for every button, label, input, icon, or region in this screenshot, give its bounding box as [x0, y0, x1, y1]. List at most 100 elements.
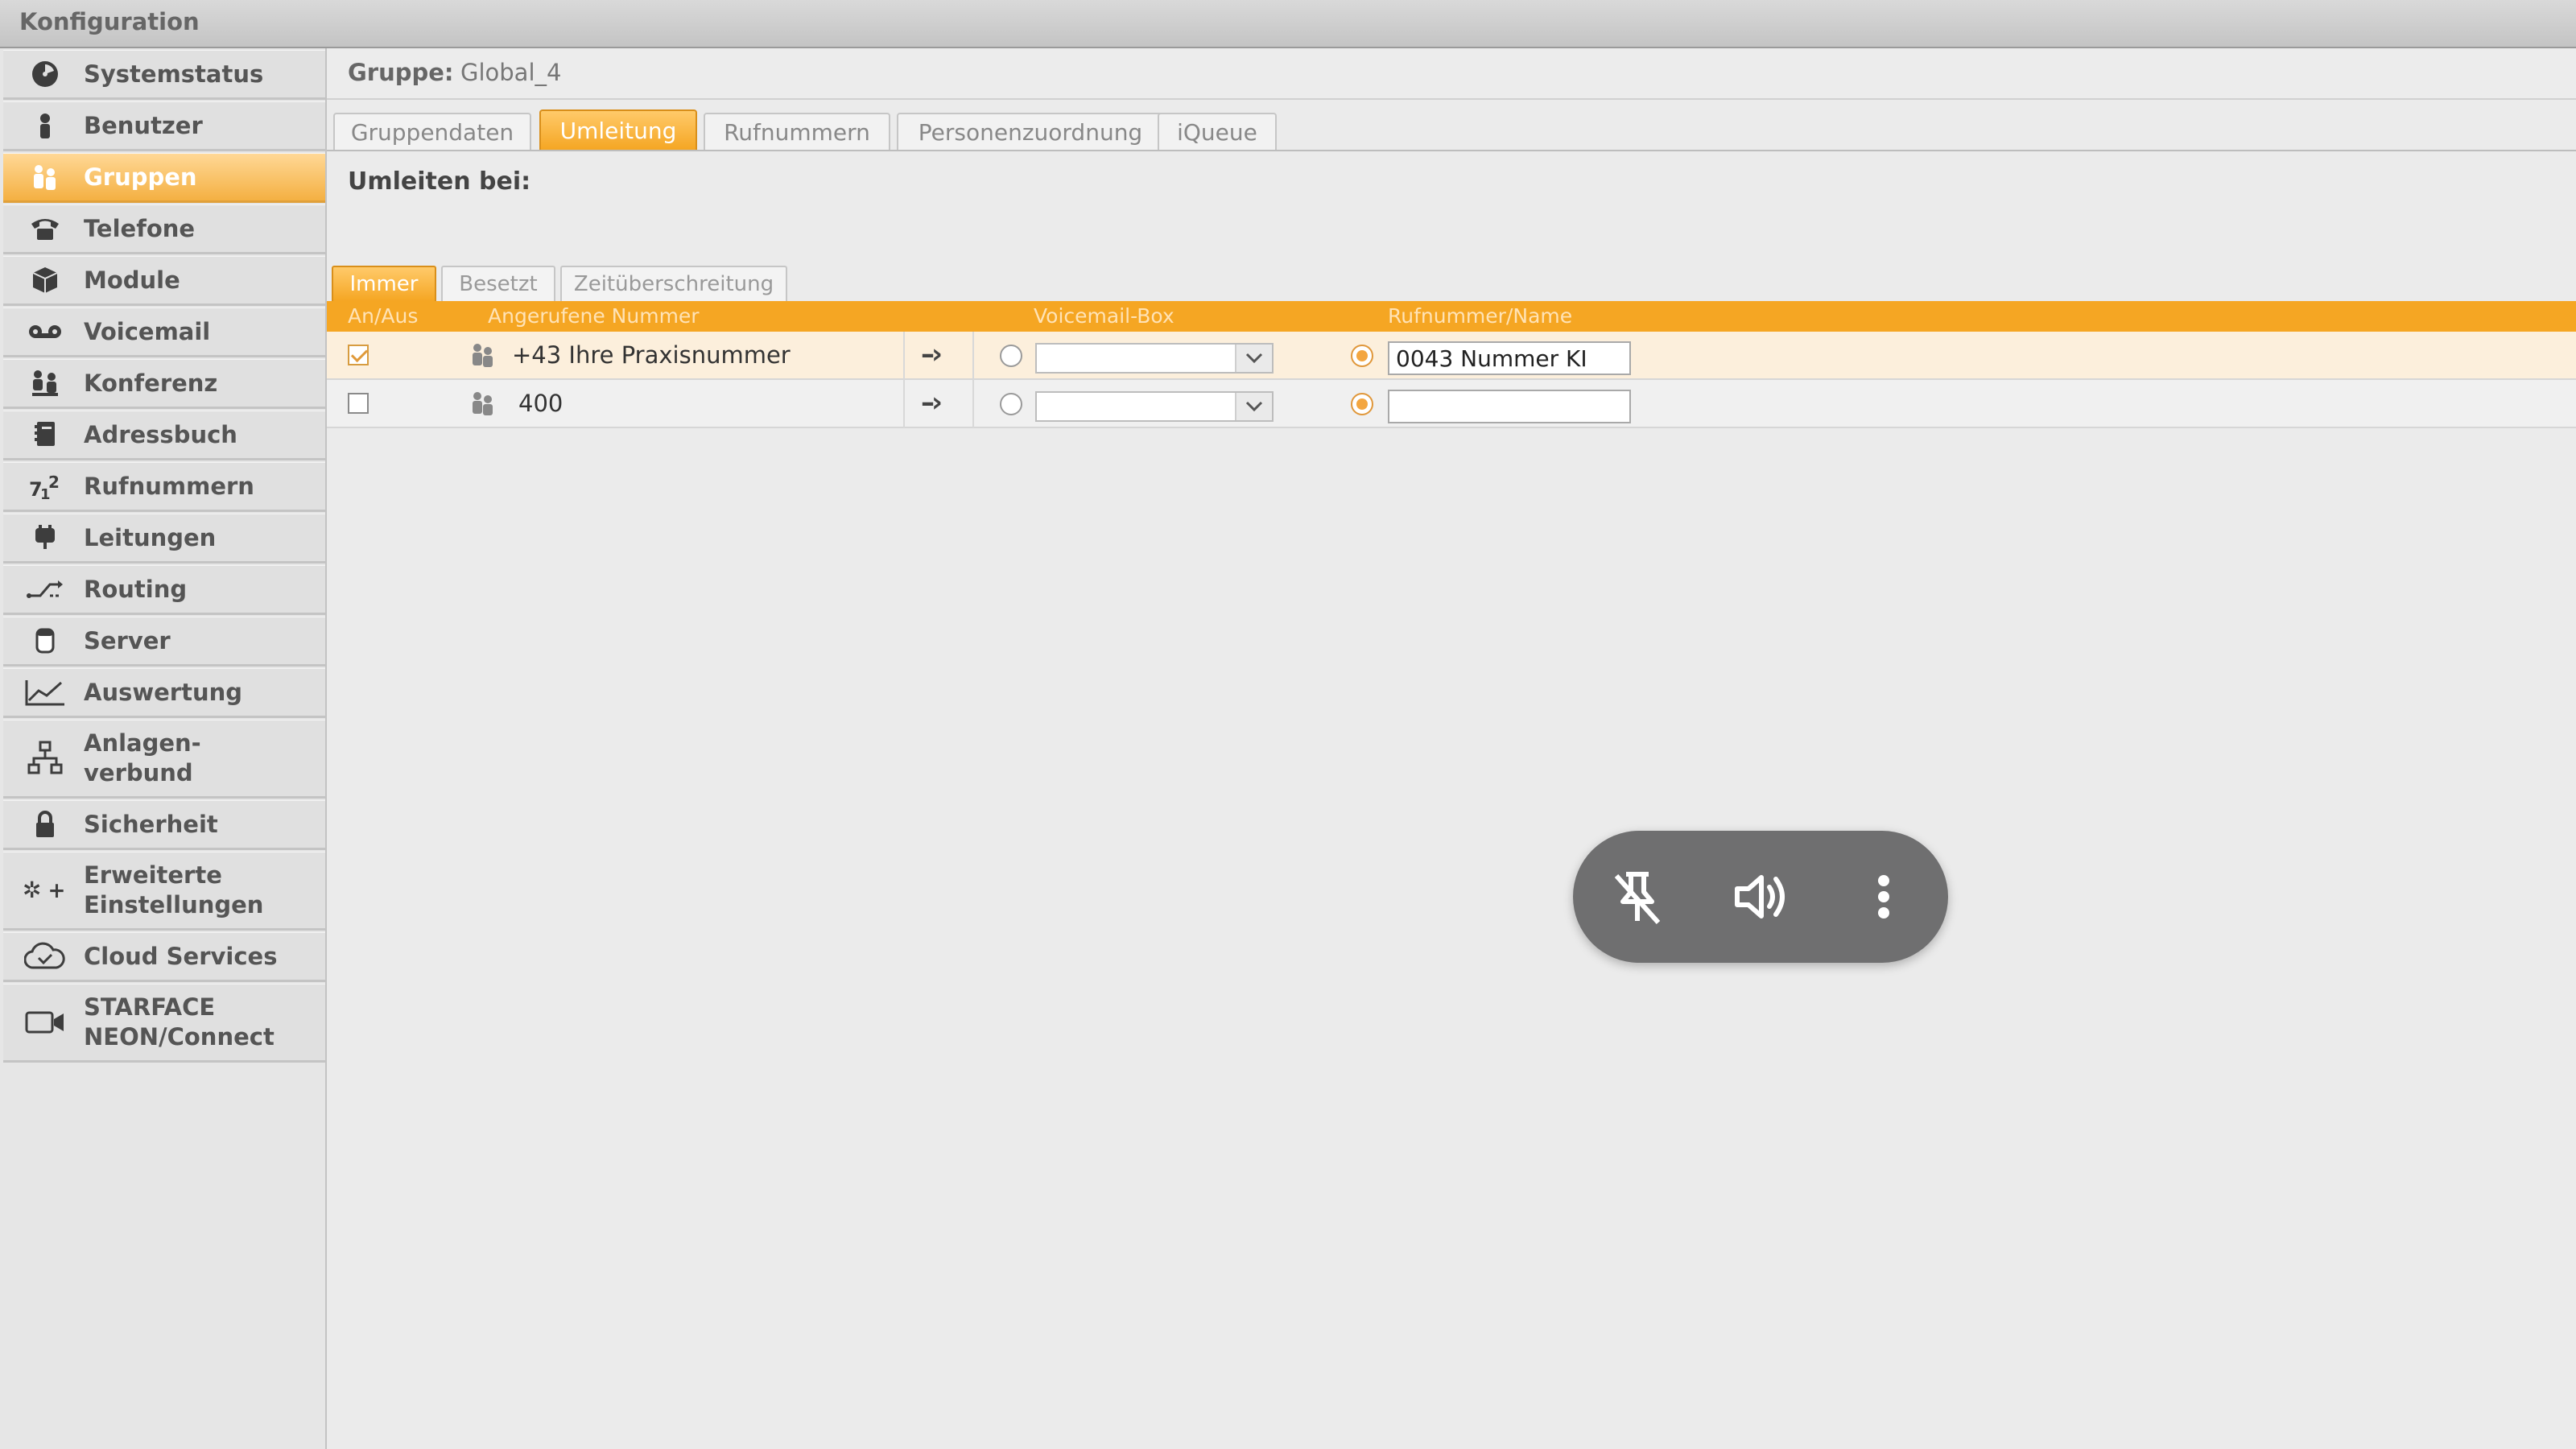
svg-text:2: 2 [48, 473, 60, 492]
subtab-immer[interactable]: Immer [332, 266, 436, 301]
svg-text:✲: ✲ [23, 877, 41, 903]
unpin-icon[interactable] [1605, 865, 1670, 929]
sidebar-item-label: Routing [84, 575, 188, 603]
sidebar-item-anlagenverbund[interactable]: Anlagen- verbund [3, 720, 325, 799]
enable-checkbox[interactable] [348, 393, 369, 414]
media-control-overlay [1573, 831, 1948, 963]
sidebar-item-label: Adressbuch [84, 420, 237, 448]
address-book-icon [23, 417, 68, 452]
tab-bar: Gruppendaten Umleitung Rufnummern Person… [327, 109, 2576, 203]
svg-text:+: + [48, 879, 66, 903]
sidebar-item-label: Voicemail [84, 317, 211, 345]
sidebar-item-label: Sicherheit [84, 810, 218, 838]
sidebar-item-starface-neon-connect[interactable]: STARFACE NEON/Connect [3, 984, 325, 1063]
chevron-down-icon[interactable] [1235, 393, 1272, 420]
called-number: +43 Ihre Praxisnummer [512, 341, 791, 369]
sidebar-item-label: Anlagen- verbund [84, 729, 201, 786]
target-number-radio[interactable] [1351, 345, 1373, 367]
column-divider [903, 380, 905, 428]
sidebar-item-adressbuch[interactable]: Adressbuch [3, 411, 325, 460]
sidebar-item-erweiterte-einstellungen[interactable]: ✲ + Erweiterte Einstellungen [3, 852, 325, 931]
numbers-icon: 712 [23, 469, 68, 504]
chart-icon [23, 675, 68, 710]
sidebar: Systemstatus Benutzer Gruppen Telefone M… [0, 48, 327, 1449]
column-header-rufnummer-name: Rufnummer/Name [1388, 304, 1573, 328]
cloud-check-icon [23, 939, 68, 974]
voicemail-select[interactable] [1035, 343, 1274, 374]
column-header-angerufene-nummer: Angerufene Nummer [488, 304, 700, 328]
video-camera-icon [23, 1005, 68, 1040]
sidebar-item-label: Auswertung [84, 678, 243, 706]
called-number: 400 [518, 390, 564, 417]
window-title: Konfiguration [19, 8, 200, 35]
subtab-zeitueberschreitung[interactable]: Zeitüberschreitung [560, 266, 787, 301]
enable-checkbox[interactable] [348, 345, 369, 365]
group-icon [469, 341, 496, 372]
window-title-bar: Konfiguration [0, 0, 2576, 48]
column-divider [972, 380, 974, 428]
subtab-besetzt[interactable]: Besetzt [441, 266, 555, 301]
column-header-voicemail-box: Voicemail-Box [1034, 304, 1174, 328]
subtab-bar: Immer Besetzt Zeitüberschreitung [327, 266, 2576, 301]
group-name: Global_4 [460, 59, 562, 86]
sidebar-item-rufnummern[interactable]: 712 Rufnummern [3, 462, 325, 512]
volume-icon[interactable] [1728, 865, 1792, 929]
main-panel: Gruppe: Global_4 Gruppendaten Umleitung … [327, 48, 2576, 1449]
tab-umleitung[interactable]: Umleitung [539, 109, 697, 150]
sidebar-item-voicemail[interactable]: Voicemail [3, 308, 325, 357]
sidebar-item-auswertung[interactable]: Auswertung [3, 668, 325, 718]
phone-icon [23, 211, 68, 246]
sidebar-item-label: Server [84, 626, 171, 654]
server-icon [23, 623, 68, 658]
sidebar-item-label: Telefone [84, 214, 196, 242]
sidebar-item-server[interactable]: Server [3, 617, 325, 667]
target-number-input[interactable] [1388, 390, 1631, 423]
tab-gruppendaten[interactable]: Gruppendaten [333, 113, 531, 150]
sidebar-item-telefone[interactable]: Telefone [3, 204, 325, 254]
sidebar-item-routing[interactable]: Routing [3, 565, 325, 615]
target-number-radio[interactable] [1351, 393, 1373, 415]
sidebar-item-konferenz[interactable]: Konferenz [3, 359, 325, 409]
group-icon [23, 159, 68, 195]
conference-icon [23, 365, 68, 401]
voicemail-radio[interactable] [1000, 345, 1022, 367]
more-vertical-icon[interactable] [1852, 865, 1916, 929]
sidebar-item-label: Cloud Services [84, 942, 278, 970]
table-row: +43 Ihre Praxisnummer –› [327, 332, 2576, 380]
sidebar-item-sicherheit[interactable]: Sicherheit [3, 800, 325, 850]
sidebar-item-label: STARFACE NEON/Connect [84, 993, 275, 1051]
sidebar-item-gruppen[interactable]: Gruppen [3, 153, 325, 203]
table-header: An/Aus Angerufene Nummer Voicemail-Box R… [327, 301, 2576, 332]
sidebar-item-label: Rufnummern [84, 472, 254, 500]
dashboard-icon [23, 56, 68, 92]
lock-icon [23, 807, 68, 842]
sidebar-item-cloud-services[interactable]: Cloud Services [3, 932, 325, 982]
user-icon [23, 108, 68, 143]
target-number-input[interactable] [1388, 341, 1631, 375]
gears-plus-icon: ✲ + [23, 873, 68, 908]
routing-icon [23, 572, 68, 607]
tab-rufnummern[interactable]: Rufnummern [704, 113, 890, 150]
sidebar-item-label: Gruppen [84, 163, 197, 191]
voicemail-select[interactable] [1035, 391, 1274, 422]
sidebar-item-label: Konferenz [84, 369, 218, 397]
sidebar-item-leitungen[interactable]: Leitungen [3, 514, 325, 564]
sidebar-item-label: Leitungen [84, 523, 217, 551]
sidebar-item-module[interactable]: Module [3, 256, 325, 306]
sidebar-item-label: Benutzer [84, 111, 203, 139]
chevron-down-icon[interactable] [1235, 345, 1272, 372]
tab-iqueue[interactable]: iQueue [1158, 113, 1277, 150]
sidebar-item-systemstatus[interactable]: Systemstatus [3, 50, 325, 100]
voicemail-radio[interactable] [1000, 393, 1022, 415]
network-icon [23, 741, 68, 776]
line-plug-icon [23, 520, 68, 555]
sidebar-item-benutzer[interactable]: Benutzer [3, 101, 325, 151]
column-divider [903, 332, 905, 380]
sidebar-item-label: Systemstatus [84, 60, 264, 88]
group-key-label: Gruppe: [348, 59, 454, 86]
voicemail-icon [23, 314, 68, 349]
forward-arrow: –› [921, 386, 943, 419]
tab-personenzuordnung[interactable]: Personenzuordnung [897, 113, 1164, 150]
module-cube-icon [23, 262, 68, 298]
column-header-an-aus: An/Aus [348, 304, 419, 328]
